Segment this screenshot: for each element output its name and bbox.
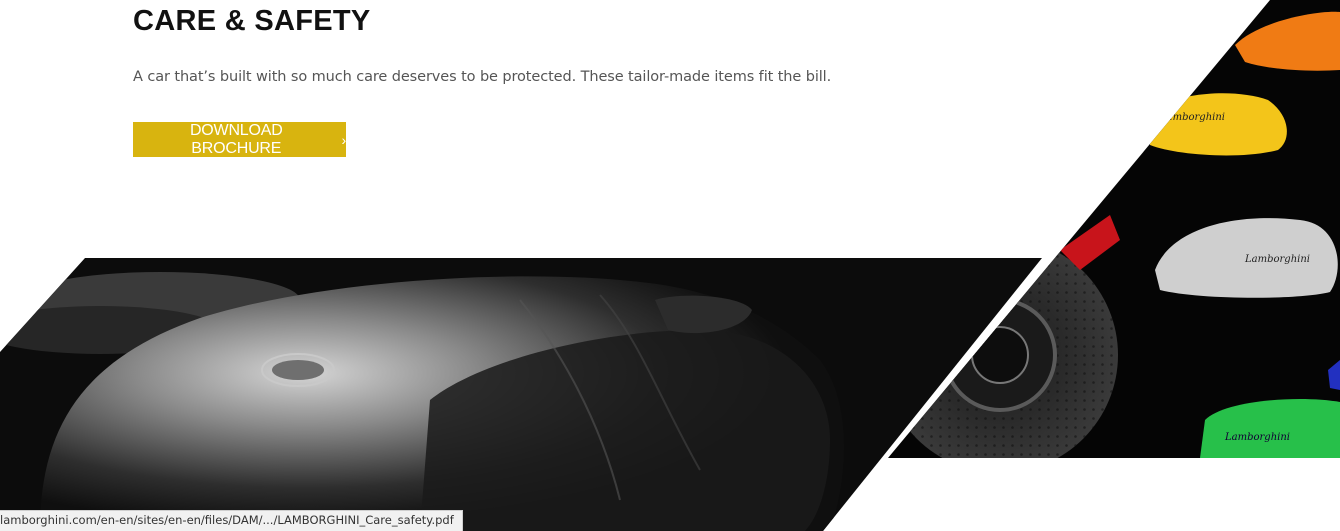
status-bar-url: lamborghini.com/en-en/sites/en-en/files/…	[0, 510, 463, 531]
brake-calipers-image: Lamborghini Lamborghini Lamborghini	[888, 0, 1340, 458]
hero-images: Lamborghini Lamborghini Lamborghini	[0, 0, 1340, 531]
caliper-brand-text: Lamborghini	[1244, 254, 1310, 265]
car-cover-image	[0, 258, 1042, 531]
caliper-brand-text: Lamborghini	[1159, 112, 1225, 123]
caliper-brand-text: Lamborghini	[1224, 432, 1290, 443]
